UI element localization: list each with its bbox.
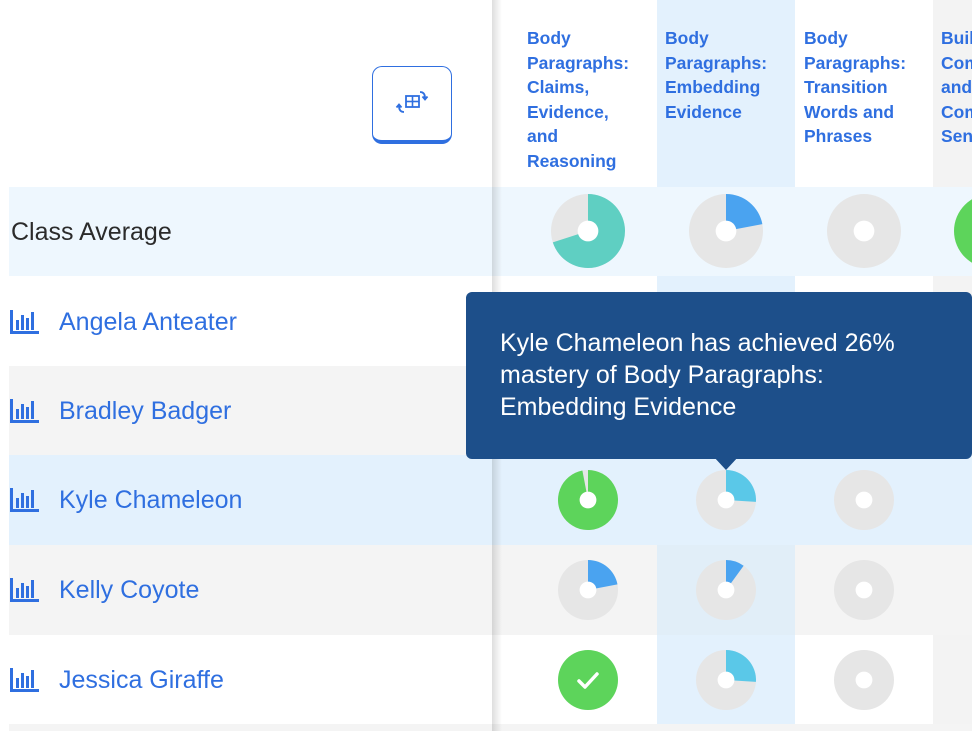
pie-hole: [717, 671, 735, 689]
pie-hole: [855, 491, 873, 509]
class-average-row: Class Average: [9, 187, 493, 277]
student-name[interactable]: Jessica Giraffe: [59, 666, 224, 695]
pie-hole: [855, 671, 873, 689]
pie-hole: [577, 220, 599, 242]
mastery-pie[interactable]: [687, 192, 765, 270]
mastery-pie[interactable]: [694, 468, 758, 532]
student-name[interactable]: Kyle Chameleon: [59, 486, 242, 515]
pie-hole: [717, 491, 735, 509]
mastery-pie[interactable]: [825, 192, 903, 270]
pie-hole: [853, 220, 875, 242]
mastery-pie[interactable]: [832, 468, 896, 532]
student-row-kyle[interactable]: Kyle Chameleon: [9, 455, 493, 545]
row-bg-next: [9, 724, 972, 731]
student-row-angela[interactable]: Angela Anteater: [9, 277, 493, 367]
bar-chart-icon[interactable]: [9, 310, 39, 334]
pie-hole: [855, 581, 873, 599]
bar-chart-icon[interactable]: [9, 488, 39, 512]
class-average-label: Class Average: [11, 217, 172, 246]
student-name[interactable]: Kelly Coyote: [59, 576, 199, 605]
mastery-pie[interactable]: [556, 648, 620, 712]
student-row-jessica[interactable]: Jessica Giraffe: [9, 635, 493, 725]
swap-rows-columns-icon: [395, 90, 429, 113]
pie-hole: [717, 581, 735, 599]
mastery-pie[interactable]: [556, 468, 620, 532]
mastery-pie[interactable]: [694, 558, 758, 622]
student-row-bradley[interactable]: Bradley Badger: [9, 366, 493, 456]
column-header-1[interactable]: Body Paragraphs: Claims, Evidence, and R…: [527, 26, 655, 173]
mastery-tooltip: Kyle Chameleon has achieved 26% mastery …: [466, 292, 972, 459]
pie-background: [558, 650, 618, 710]
mastery-pie[interactable]: [694, 648, 758, 712]
pivot-table-button[interactable]: [372, 66, 452, 144]
mastery-pie-partial[interactable]: [952, 192, 972, 270]
mastery-pie[interactable]: [832, 648, 896, 712]
mastery-pie[interactable]: [549, 192, 627, 270]
student-row-kelly[interactable]: Kelly Coyote: [9, 545, 493, 635]
pie-background: [954, 199, 972, 263]
student-name[interactable]: Angela Anteater: [59, 308, 237, 337]
pie-hole: [715, 220, 737, 242]
column-header-2[interactable]: Body Paragraphs: Embedding Evidence: [665, 26, 793, 124]
column-header-3[interactable]: Body Paragraphs: Transition Words and Ph…: [804, 26, 932, 149]
column-header-4[interactable]: Building Compound and Complex Sentences: [941, 26, 972, 149]
mastery-pie[interactable]: [832, 558, 896, 622]
pie-hole: [579, 491, 597, 509]
student-name[interactable]: Bradley Badger: [59, 397, 231, 426]
bar-chart-icon[interactable]: [9, 578, 39, 602]
tooltip-text: Kyle Chameleon has achieved 26% mastery …: [500, 329, 895, 421]
tooltip-arrow: [713, 456, 739, 470]
pie-hole: [579, 581, 597, 599]
bar-chart-icon[interactable]: [9, 399, 39, 423]
mastery-pie[interactable]: [556, 558, 620, 622]
bar-chart-icon[interactable]: [9, 668, 39, 692]
